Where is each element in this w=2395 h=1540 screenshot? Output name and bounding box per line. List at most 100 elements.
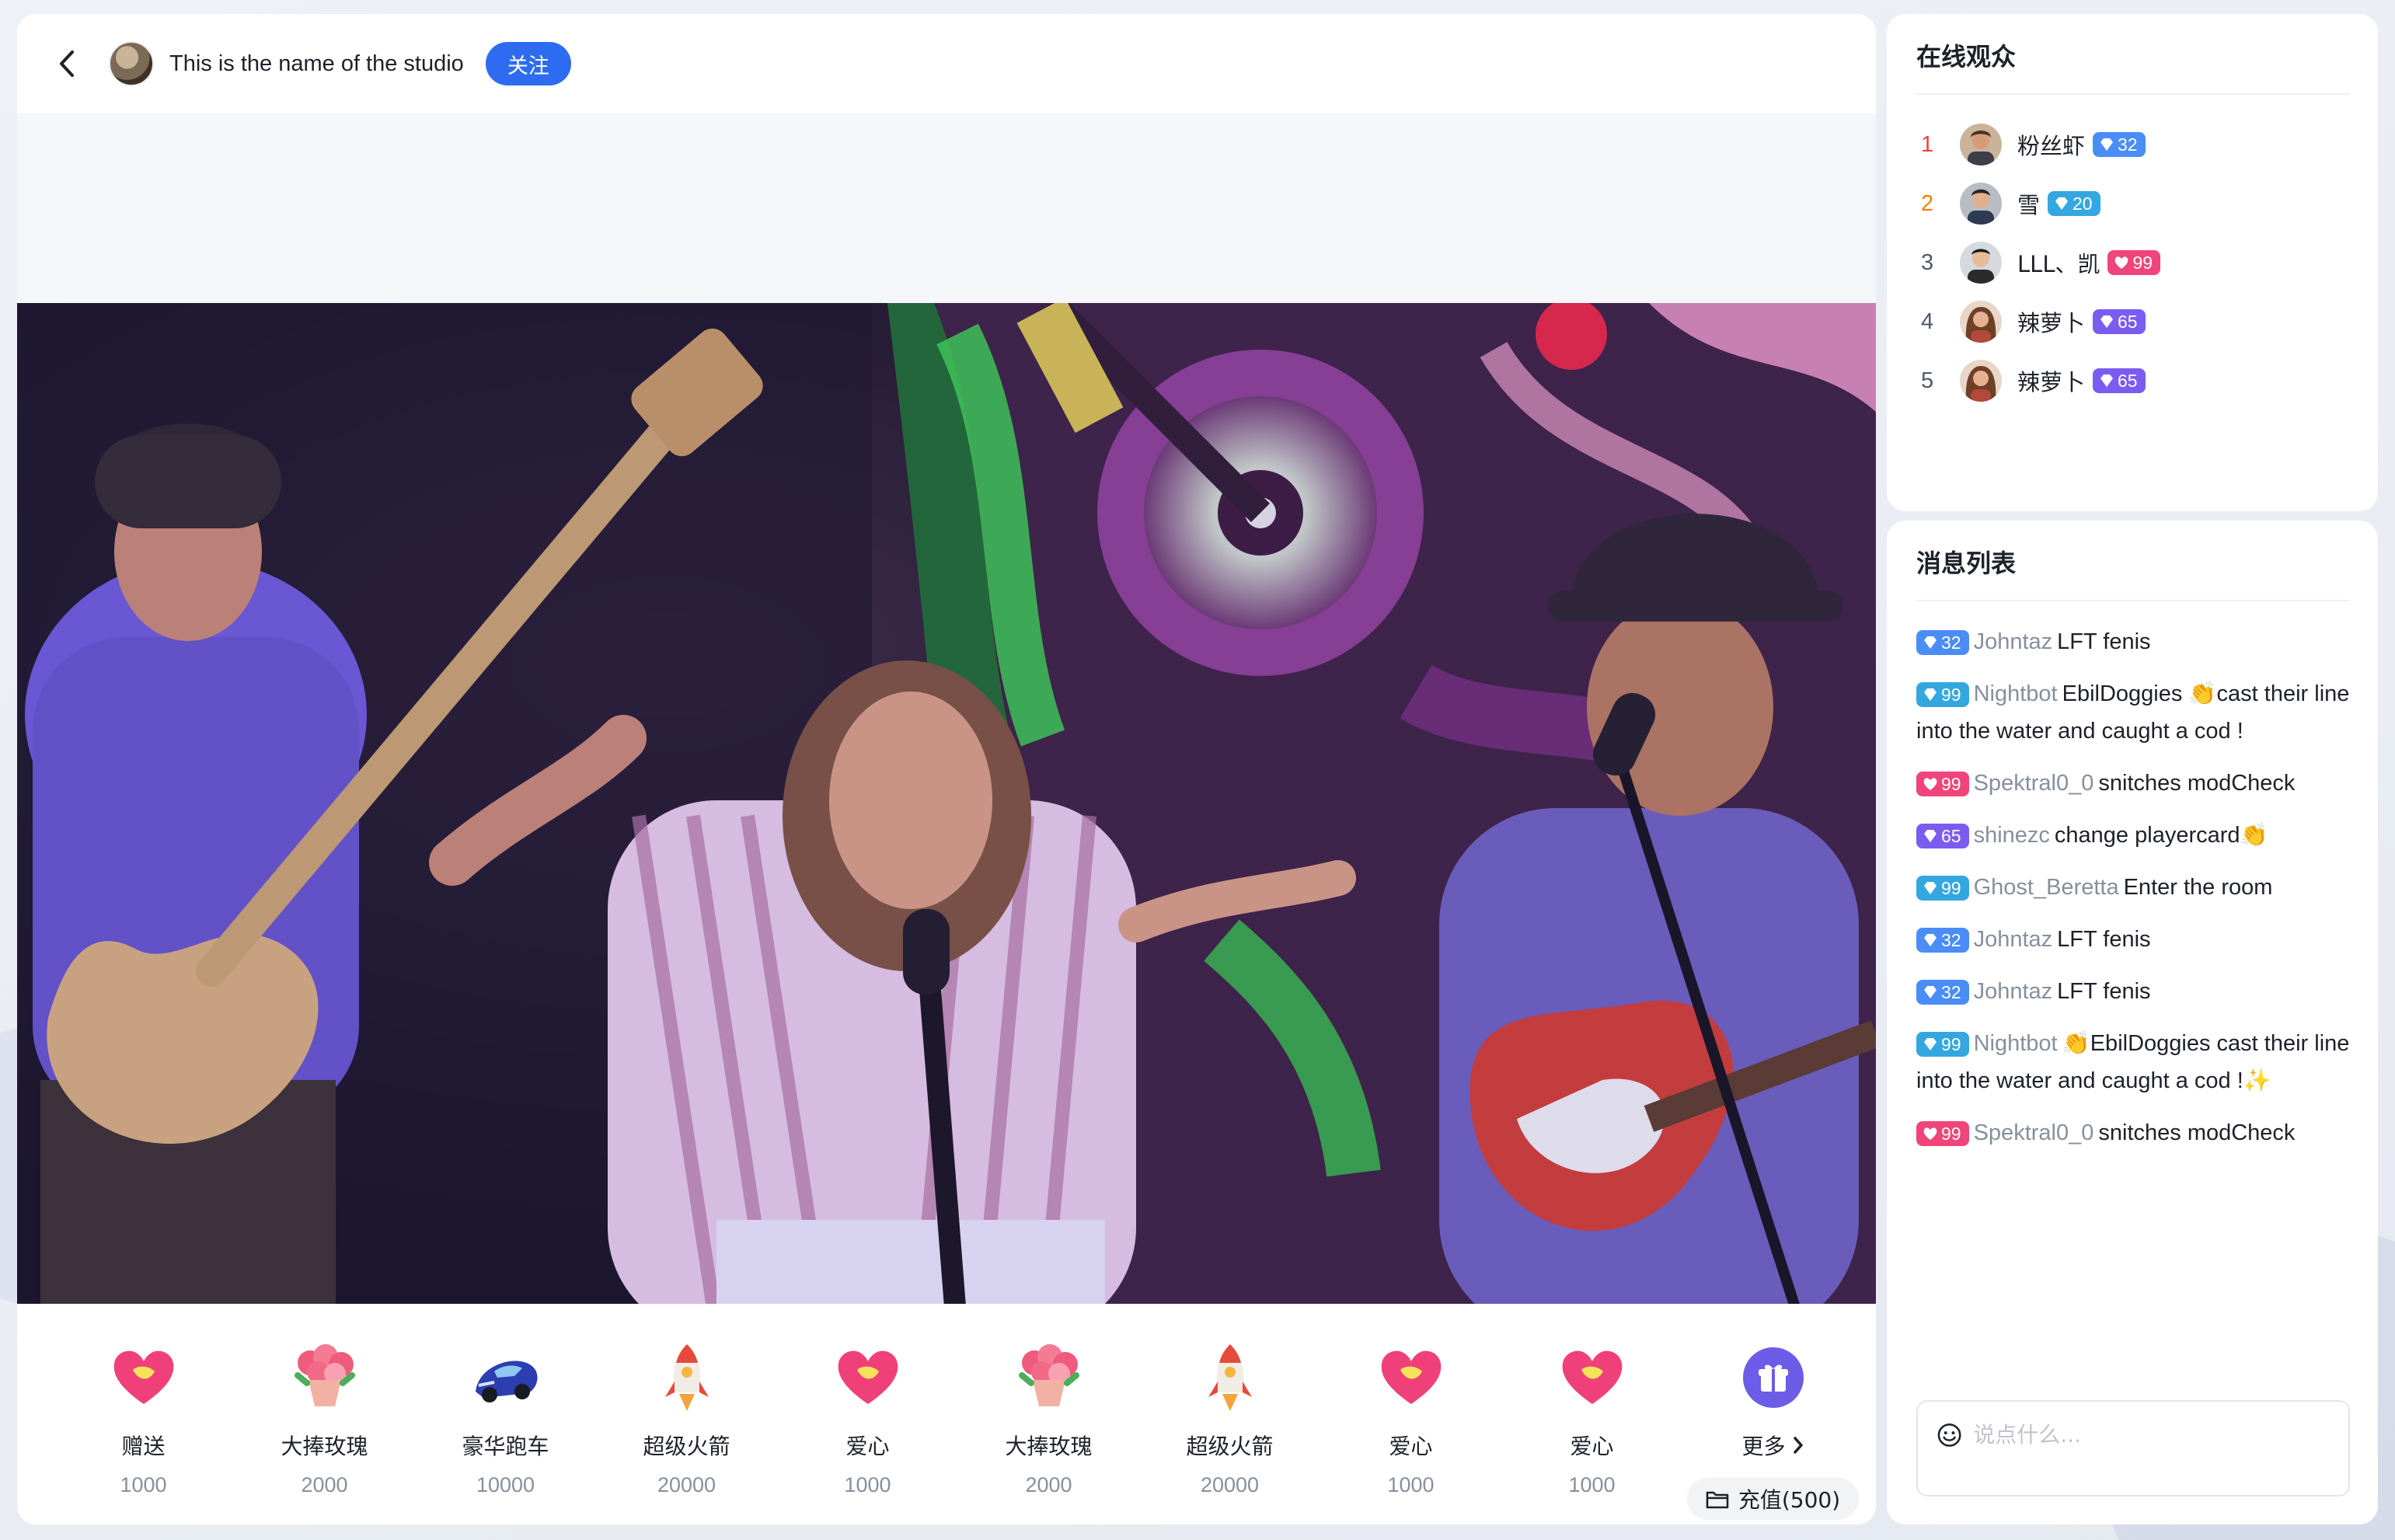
chat-username[interactable]: Spektral0_0 (1974, 771, 2094, 796)
heart-icon (2115, 256, 2128, 269)
chat-username[interactable]: Nightbot (1974, 681, 2058, 706)
gift-name: 爱心 (1570, 1434, 1614, 1459)
audience-rank: 3 (1921, 249, 1934, 275)
chat-text: snitches modCheck (2098, 1120, 2296, 1145)
live-video[interactable] (17, 303, 1876, 1336)
top-bar: This is the name of the studio 关注 (17, 14, 1876, 113)
gift-item-5[interactable]: 大捧玫瑰 2000 (958, 1304, 1139, 1524)
gift-name: 超级火箭 (643, 1434, 730, 1459)
level-badge: 99 (1916, 772, 1969, 797)
audience-name: 粉丝虾 (2017, 133, 2086, 159)
gift-box-icon[interactable] (1742, 1347, 1804, 1408)
sports-car-icon (471, 1343, 541, 1413)
online-audience-panel: 在线观众 1 粉丝虾 32 2 雪 20 3 LLL、凯 99 4 辣萝卜 65… (1887, 14, 2378, 511)
level-badge: 32 (1916, 928, 1969, 953)
gift-item-2[interactable]: 豪华跑车 10000 (415, 1304, 596, 1524)
heart-icon (1923, 778, 1937, 791)
gift-price: 2000 (301, 1473, 348, 1496)
audience-item[interactable]: 1 粉丝虾 32 (1916, 115, 2378, 174)
gift-price: 10000 (476, 1473, 535, 1496)
audience-title: 在线观众 (1916, 37, 2350, 95)
chat-title: 消息列表 (1916, 544, 2350, 601)
chat-username[interactable]: Johntaz (1974, 979, 2053, 1004)
gift-name: 大捧玫瑰 (281, 1434, 368, 1459)
chat-text: Enter the room (2123, 875, 2273, 900)
chat-username[interactable]: shinezc (1974, 823, 2050, 848)
rocket-icon (1195, 1343, 1265, 1413)
gift-name: 赠送 (121, 1434, 166, 1459)
diamond-icon (1924, 1038, 1937, 1051)
chat-message: 99 Ghost_Beretta Enter the room (1916, 869, 2350, 906)
chat-username[interactable]: Nightbot (1974, 1031, 2058, 1056)
gift-price: 2000 (1025, 1473, 1072, 1496)
audience-item[interactable]: 5 辣萝卜 65 (1916, 351, 2378, 410)
gift-price: 1000 (120, 1473, 167, 1496)
level-badge: 99 (2107, 250, 2161, 275)
chat-message: 99 Spektral0_0 snitches modCheck (1916, 1114, 2350, 1152)
level-badge: 65 (1916, 824, 1969, 849)
audience-rank: 4 (1921, 308, 1934, 334)
badge-value: 32 (2118, 134, 2138, 155)
diamond-icon (1924, 636, 1937, 650)
chat-message: 99 Spektral0_0 snitches modCheck (1916, 765, 2350, 802)
gift-item-8[interactable]: 爱心 1000 (1501, 1304, 1682, 1524)
chat-text: LFT fenis (2057, 927, 2151, 952)
gift-item-1[interactable]: 大捧玫瑰 2000 (234, 1304, 415, 1524)
chat-username[interactable]: Johntaz (1974, 927, 2053, 952)
badge-value: 32 (1941, 930, 1961, 951)
studio-name: This is the name of the studio (169, 51, 464, 76)
heart-icon (1923, 1127, 1937, 1141)
gift-name: 超级火箭 (1186, 1434, 1274, 1459)
diamond-icon (2055, 197, 2069, 210)
audience-rank: 2 (1921, 190, 1934, 216)
gift-item-6[interactable]: 超级火箭 20000 (1139, 1304, 1320, 1524)
badge-value: 99 (1941, 1124, 1961, 1145)
audience-name: 辣萝卜 (2017, 369, 2086, 395)
chat-username[interactable]: Johntaz (1974, 629, 2053, 654)
chat-text: LFT fenis (2057, 979, 2151, 1004)
audience-name: 雪 (2017, 192, 2041, 218)
rose-bouquet-icon (1014, 1343, 1084, 1413)
stage-area (17, 113, 1876, 1336)
audience-item[interactable]: 2 雪 20 (1916, 174, 2378, 233)
level-badge: 99 (1916, 1121, 1969, 1147)
recharge-button[interactable]: 充值(500) (1686, 1478, 1860, 1520)
more-gifts: 更多 充值(500) (1682, 1304, 1863, 1524)
studio-avatar[interactable] (109, 41, 154, 86)
level-badge: 20 (2048, 191, 2100, 216)
badge-value: 99 (1941, 1034, 1961, 1055)
wallet-icon (1706, 1491, 1729, 1509)
avatar (1960, 242, 2002, 284)
chat-message: 99 Nightbot EbilDoggies 👏cast their line i… (1916, 675, 2350, 750)
audience-name: 辣萝卜 (2017, 310, 2086, 336)
chat-input[interactable] (1973, 1422, 2330, 1448)
follow-button[interactable]: 关注 (485, 42, 571, 85)
chevron-right-icon (1793, 1437, 1803, 1454)
more-button[interactable]: 更多 (1741, 1430, 1804, 1461)
level-badge: 65 (2093, 309, 2146, 334)
badge-value: 32 (1941, 982, 1961, 1003)
chat-message: 32 Johntaz LFT fenis (1916, 973, 2350, 1010)
back-arrow-icon[interactable] (51, 48, 82, 79)
audience-rank: 5 (1921, 368, 1934, 393)
chat-text: LFT fenis (2057, 629, 2151, 654)
chat-list: 32 Johntaz LFT fenis 99 Nightbot EbilDoggies… (1916, 623, 2350, 1152)
emoji-icon[interactable] (1937, 1422, 1962, 1448)
chat-username[interactable]: Spektral0_0 (1974, 1120, 2094, 1145)
gift-item-4[interactable]: 爱心 1000 (777, 1304, 958, 1524)
gift-name: 豪华跑车 (462, 1434, 549, 1459)
gift-item-0[interactable]: 赠送 1000 (53, 1304, 234, 1524)
audience-item[interactable]: 4 辣萝卜 65 (1916, 292, 2378, 351)
badge-value: 99 (1941, 774, 1961, 795)
gift-item-3[interactable]: 超级火箭 20000 (596, 1304, 777, 1524)
audience-item[interactable]: 3 LLL、凯 99 (1916, 233, 2378, 292)
audience-list: 1 粉丝虾 32 2 雪 20 3 LLL、凯 99 4 辣萝卜 65 5 辣萝… (1916, 115, 2378, 410)
heart-icon (833, 1343, 903, 1413)
gift-name: 爱心 (845, 1434, 890, 1459)
chat-input-box[interactable] (1916, 1400, 2350, 1496)
chat-message: 32 Johntaz LFT fenis (1916, 921, 2350, 958)
live-room-panel: This is the name of the studio 关注 赠送 100… (17, 14, 1876, 1524)
chat-username[interactable]: Ghost_Beretta (1974, 875, 2119, 900)
gift-item-7[interactable]: 爱心 1000 (1320, 1304, 1501, 1524)
badge-value: 65 (1941, 826, 1961, 847)
